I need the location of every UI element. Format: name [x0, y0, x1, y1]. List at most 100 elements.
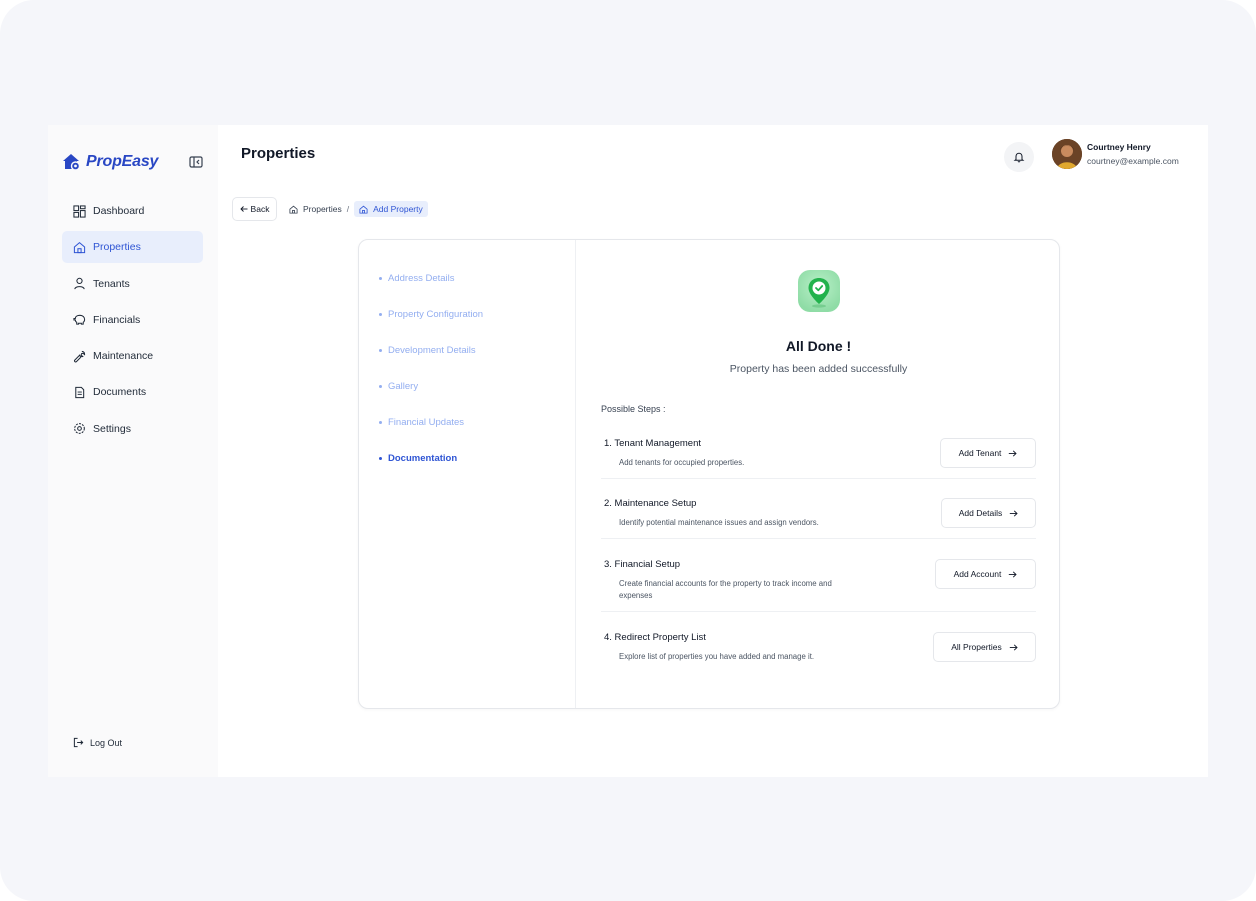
sidebar-item-label: Settings	[93, 422, 131, 435]
logout-button[interactable]: Log Out	[73, 737, 122, 748]
sidebar-collapse-icon[interactable]	[188, 154, 204, 170]
add-property-card: Address Details Property Configuration D…	[358, 239, 1060, 709]
button-label: Add Details	[958, 508, 1003, 518]
step-dot	[379, 457, 382, 460]
brand-name: PropEasy	[86, 153, 159, 170]
task-description: Explore list of properties you have adde…	[619, 652, 815, 661]
breadcrumb: Properties / Add Property	[289, 201, 428, 217]
back-label: Back	[250, 204, 270, 214]
arrow-right-icon	[1010, 509, 1018, 517]
step-label: Development Details	[388, 345, 476, 356]
step-label: Gallery	[388, 381, 419, 392]
logo[interactable]: PropEasy	[62, 151, 204, 173]
button-label: Add Tenant	[958, 448, 1002, 458]
wrench-icon	[74, 350, 86, 363]
task-title: 1. Tenant Management	[604, 438, 702, 449]
sidebar-item-dashboard[interactable]: Dashboard	[62, 195, 203, 227]
button-label: All Properties	[951, 642, 1002, 652]
task-redirect-property-list: 4. Redirect Property List Explore list o…	[601, 632, 1036, 673]
add-details-button[interactable]: Add Details	[941, 498, 1036, 528]
result-panel: All Done ! Property has been added succe…	[576, 240, 1061, 708]
button-label: Add Account	[953, 569, 1002, 579]
step-dot	[379, 277, 382, 280]
task-title: 4. Redirect Property List	[604, 632, 706, 643]
arrow-right-icon	[1009, 643, 1018, 651]
notifications-button[interactable]	[1004, 142, 1034, 172]
task-tenant-management: 1. Tenant Management Add tenants for occ…	[601, 438, 1036, 479]
breadcrumb-separator: /	[346, 204, 350, 214]
bell-icon	[1013, 152, 1025, 163]
task-title: 2. Maintenance Setup	[604, 498, 697, 509]
step-documentation[interactable]: Documentation	[379, 453, 457, 464]
logout-label: Log Out	[90, 737, 123, 748]
sidebar-item-label: Properties	[93, 241, 141, 254]
step-label: Property Configuration	[388, 309, 484, 320]
sidebar-item-label: Financials	[93, 313, 141, 326]
step-label: Financial Updates	[388, 417, 465, 428]
home-icon	[359, 205, 368, 214]
avatar[interactable]	[1052, 139, 1082, 169]
all-properties-button[interactable]: All Properties	[933, 632, 1036, 662]
arrow-right-icon	[1009, 570, 1018, 578]
add-account-button[interactable]: Add Account	[935, 559, 1036, 589]
sidebar-item-documents[interactable]: Documents	[62, 376, 203, 408]
user-name: Courtney Henry	[1087, 142, 1151, 152]
step-dot	[379, 349, 382, 352]
main-content: Properties Courtney Henry courtney@examp…	[218, 125, 1208, 777]
add-tenant-button[interactable]: Add Tenant	[940, 438, 1036, 468]
task-title: 3. Financial Setup	[604, 559, 681, 570]
home-icon	[289, 205, 298, 214]
user-icon	[74, 277, 85, 290]
step-property-configuration[interactable]: Property Configuration	[379, 309, 483, 320]
step-dot	[379, 313, 382, 316]
step-financial-updates[interactable]: Financial Updates	[379, 417, 464, 428]
step-development-details[interactable]: Development Details	[379, 345, 476, 356]
page-title: Properties	[241, 145, 316, 162]
back-button[interactable]: Back	[232, 197, 277, 221]
step-dot	[379, 385, 382, 388]
result-subtitle: Property has been added successfully	[729, 363, 908, 375]
sidebar-item-label: Documents	[93, 386, 147, 399]
step-dot	[379, 421, 382, 424]
step-label: Documentation	[388, 453, 458, 464]
piggy-bank-icon	[73, 315, 86, 326]
arrow-right-icon	[1009, 449, 1018, 457]
task-maintenance-setup: 2. Maintenance Setup Identify potential …	[601, 498, 1036, 539]
possible-steps-label: Possible Steps :	[601, 404, 666, 414]
sidebar-item-properties[interactable]: Properties	[62, 231, 203, 264]
dashboard-icon	[73, 204, 86, 218]
location-check-icon	[798, 270, 840, 312]
user-email: courtney@example.com	[1087, 156, 1179, 166]
task-description: Add tenants for occupied properties.	[619, 458, 745, 467]
sidebar-item-label: Tenants	[93, 277, 130, 290]
document-icon	[75, 386, 85, 399]
gear-icon	[74, 423, 85, 435]
arrow-left-icon	[239, 206, 248, 212]
sidebar-item-tenants[interactable]: Tenants	[62, 268, 203, 300]
step-label: Address Details	[388, 273, 455, 284]
sidebar-nav: Dashboard Properties Tenants Financials …	[62, 195, 203, 449]
task-financial-setup: 3. Financial Setup Create financial acco…	[601, 559, 1036, 612]
avatar-image	[1052, 139, 1082, 169]
home-icon	[73, 241, 86, 253]
app-window: PropEasy Dashboard Properties Tenants Fi…	[48, 125, 1208, 777]
task-description: Create financial accounts for the proper…	[619, 579, 832, 600]
breadcrumb-add-property[interactable]: Add Property	[354, 201, 428, 217]
step-address-details[interactable]: Address Details	[379, 273, 455, 284]
wizard-steps: Address Details Property Configuration D…	[359, 240, 576, 708]
sidebar-item-label: Dashboard	[93, 205, 145, 217]
sidebar-item-financials[interactable]: Financials	[62, 304, 203, 336]
breadcrumb-properties[interactable]: Properties	[289, 204, 342, 214]
result-title: All Done !	[785, 338, 852, 354]
step-gallery[interactable]: Gallery	[379, 381, 418, 392]
logout-icon	[73, 737, 84, 748]
sidebar-item-settings[interactable]: Settings	[62, 413, 203, 445]
sidebar: PropEasy Dashboard Properties Tenants Fi…	[48, 125, 218, 777]
logo-icon	[63, 154, 81, 171]
breadcrumb-label: Properties	[303, 204, 342, 214]
breadcrumb-label: Add Property	[373, 204, 423, 214]
sidebar-item-maintenance[interactable]: Maintenance	[62, 340, 203, 372]
sidebar-item-label: Maintenance	[93, 350, 154, 363]
task-description: Identify potential maintenance issues an…	[619, 518, 819, 527]
screen-background: PropEasy Dashboard Properties Tenants Fi…	[0, 0, 1256, 901]
